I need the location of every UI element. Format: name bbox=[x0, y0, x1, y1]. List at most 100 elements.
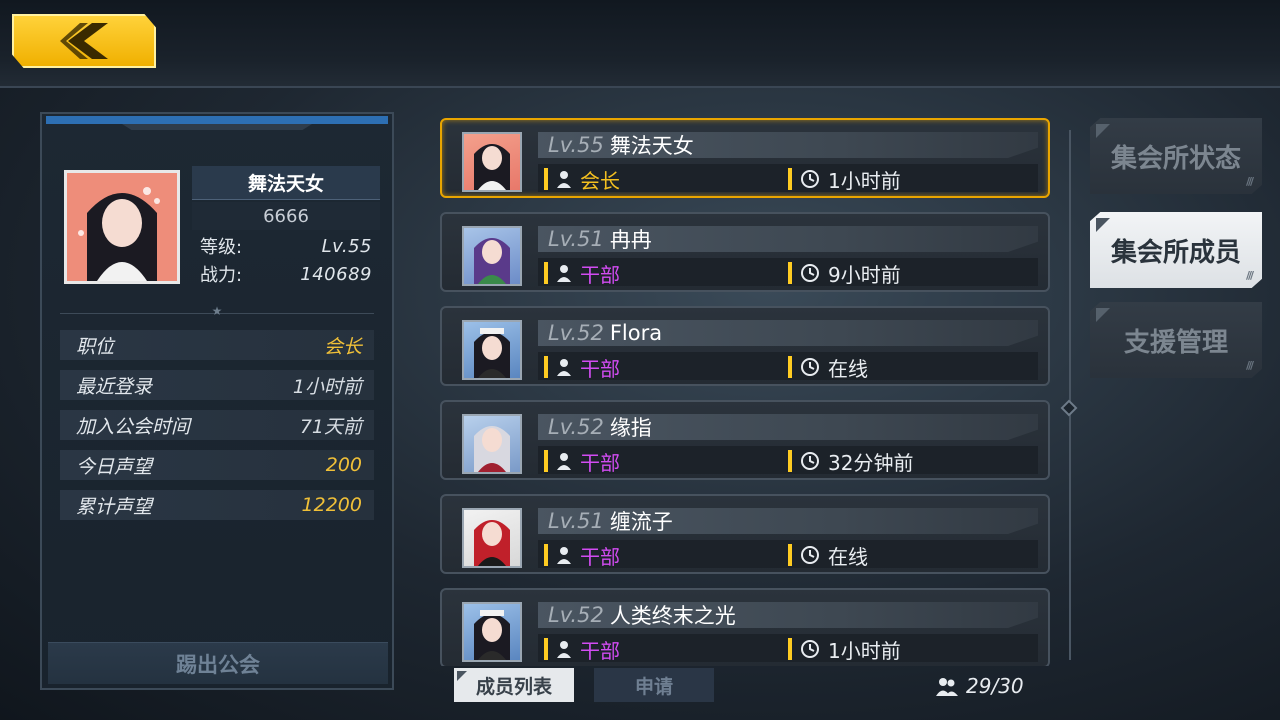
member-role-text: 会长 bbox=[580, 168, 620, 193]
member-row-avatar bbox=[462, 226, 522, 286]
member-last-seen: 9小时前 bbox=[788, 260, 901, 287]
member-level-name: Lv.51 冉冉 bbox=[548, 226, 652, 252]
tab-member-list[interactable]: 成员列表 bbox=[454, 668, 574, 702]
member-row-avatar bbox=[462, 320, 522, 380]
panel-accent-notch bbox=[122, 124, 312, 130]
info-value: 71天前 bbox=[299, 415, 362, 438]
member-role-text: 干部 bbox=[580, 262, 620, 287]
person-icon bbox=[557, 453, 571, 470]
member-last-seen-text: 1小时前 bbox=[828, 168, 901, 193]
info-value: 12200 bbox=[301, 494, 362, 516]
info-row-join-time: 加入公会时间 71天前 bbox=[60, 410, 374, 440]
member-row-avatar bbox=[462, 414, 522, 474]
yellow-marker bbox=[788, 168, 792, 190]
group-icon bbox=[936, 678, 958, 696]
member-row[interactable]: Lv.52 人类终末之光 干部 1小时前 bbox=[440, 588, 1050, 666]
yellow-marker bbox=[544, 450, 548, 472]
member-id: 6666 bbox=[192, 202, 380, 230]
yellow-marker bbox=[544, 356, 548, 378]
member-level-name: Lv.52 人类终末之光 bbox=[548, 602, 736, 628]
top-bar bbox=[0, 0, 1280, 88]
info-label: 最近登录 bbox=[76, 375, 153, 398]
member-last-seen-text: 在线 bbox=[828, 356, 868, 381]
clock-icon bbox=[801, 452, 819, 470]
info-row-last-login: 最近登录 1小时前 bbox=[60, 370, 374, 400]
member-role: 干部 bbox=[544, 636, 620, 663]
member-row[interactable]: Lv.55 舞法天女 会长 1小时前 bbox=[440, 118, 1050, 198]
person-icon bbox=[557, 171, 571, 188]
member-role-text: 干部 bbox=[580, 356, 620, 381]
member-name: 舞法天女 bbox=[609, 134, 694, 158]
member-level: Lv.51 bbox=[548, 227, 604, 251]
member-role-text: 干部 bbox=[580, 450, 620, 475]
tab-label: 支援管理 bbox=[1123, 327, 1228, 358]
yellow-marker bbox=[544, 262, 548, 284]
person-icon bbox=[557, 265, 571, 282]
member-last-seen: 在线 bbox=[788, 354, 868, 381]
member-last-seen-text: 32分钟前 bbox=[828, 450, 914, 475]
tab-guild-status[interactable]: 集会所状态 /// bbox=[1090, 118, 1262, 194]
member-last-seen: 32分钟前 bbox=[788, 448, 914, 475]
member-row-avatar bbox=[462, 508, 522, 568]
member-last-seen: 1小时前 bbox=[788, 166, 901, 193]
member-level-name: Lv.55 舞法天女 bbox=[548, 132, 694, 158]
member-level-name: Lv.52 缘指 bbox=[548, 414, 652, 440]
panel-accent-bar bbox=[46, 116, 388, 124]
yellow-marker bbox=[544, 168, 548, 190]
member-name: 舞法天女 bbox=[192, 166, 380, 200]
yellow-marker bbox=[788, 544, 792, 566]
member-row-avatar bbox=[462, 602, 522, 662]
member-name: Flora bbox=[609, 321, 663, 345]
tab-label: 成员列表 bbox=[475, 675, 552, 698]
level-row: 等级: Lv.55 bbox=[200, 232, 372, 260]
clock-icon bbox=[801, 640, 819, 658]
member-row[interactable]: Lv.52 缘指 干部 32分钟前 bbox=[440, 400, 1050, 480]
star-icon: ★ bbox=[211, 304, 223, 318]
member-count-text: 29/30 bbox=[966, 674, 1024, 698]
member-row[interactable]: Lv.51 缠流子 干部 在线 bbox=[440, 494, 1050, 574]
tab-guild-members[interactable]: 集会所成员 /// bbox=[1090, 212, 1262, 288]
member-last-seen-text: 在线 bbox=[828, 544, 868, 569]
member-level: Lv.52 bbox=[548, 321, 604, 345]
stripes-icon: /// bbox=[1245, 269, 1254, 282]
info-label: 加入公会时间 bbox=[76, 415, 191, 438]
member-row[interactable]: Lv.52 Flora 干部 在线 bbox=[440, 306, 1050, 386]
member-list[interactable]: Lv.55 舞法天女 会长 1小时前 Lv.51 冉冉 干部 9小时前 Lv.5… bbox=[418, 100, 1066, 666]
power-label: 战力: bbox=[200, 265, 243, 286]
tab-support-management[interactable]: 支援管理 /// bbox=[1090, 302, 1262, 378]
member-level: Lv.52 bbox=[548, 415, 604, 439]
member-avatar bbox=[64, 170, 180, 284]
kick-from-guild-button[interactable]: 踢出公会 bbox=[48, 642, 388, 684]
tab-applications[interactable]: 申请 bbox=[594, 668, 714, 702]
corner-notch bbox=[457, 671, 467, 681]
tab-label: 集会所状态 bbox=[1110, 143, 1241, 174]
member-level-name: Lv.51 缠流子 bbox=[548, 508, 673, 534]
member-name: 冉冉 bbox=[609, 228, 652, 252]
member-level: Lv.55 bbox=[548, 133, 604, 157]
yellow-marker bbox=[788, 356, 792, 378]
member-last-seen: 在线 bbox=[788, 542, 868, 569]
member-row[interactable]: Lv.51 冉冉 干部 9小时前 bbox=[440, 212, 1050, 292]
member-role: 干部 bbox=[544, 542, 620, 569]
side-divider bbox=[1069, 130, 1071, 660]
back-button[interactable] bbox=[12, 14, 156, 68]
stripes-icon: /// bbox=[1245, 359, 1254, 372]
info-label: 今日声望 bbox=[76, 455, 153, 478]
tab-label: 申请 bbox=[634, 675, 673, 698]
power-row: 战力: 140689 bbox=[200, 260, 372, 288]
corner-notch bbox=[1096, 218, 1110, 232]
member-last-seen: 1小时前 bbox=[788, 636, 901, 663]
level-value: Lv.55 bbox=[321, 235, 372, 257]
info-row-total-reputation: 累计声望 12200 bbox=[60, 490, 374, 520]
member-name: 缠流子 bbox=[609, 510, 673, 534]
clock-icon bbox=[801, 264, 819, 282]
info-row-position: 职位 会长 bbox=[60, 330, 374, 360]
yellow-marker bbox=[788, 450, 792, 472]
member-last-seen-text: 1小时前 bbox=[828, 638, 901, 663]
person-icon bbox=[557, 547, 571, 564]
corner-notch bbox=[1096, 308, 1110, 322]
info-label: 累计声望 bbox=[76, 495, 153, 518]
member-role-text: 干部 bbox=[580, 638, 620, 663]
info-value: 1小时前 bbox=[292, 375, 362, 398]
corner-notch bbox=[1096, 124, 1110, 138]
